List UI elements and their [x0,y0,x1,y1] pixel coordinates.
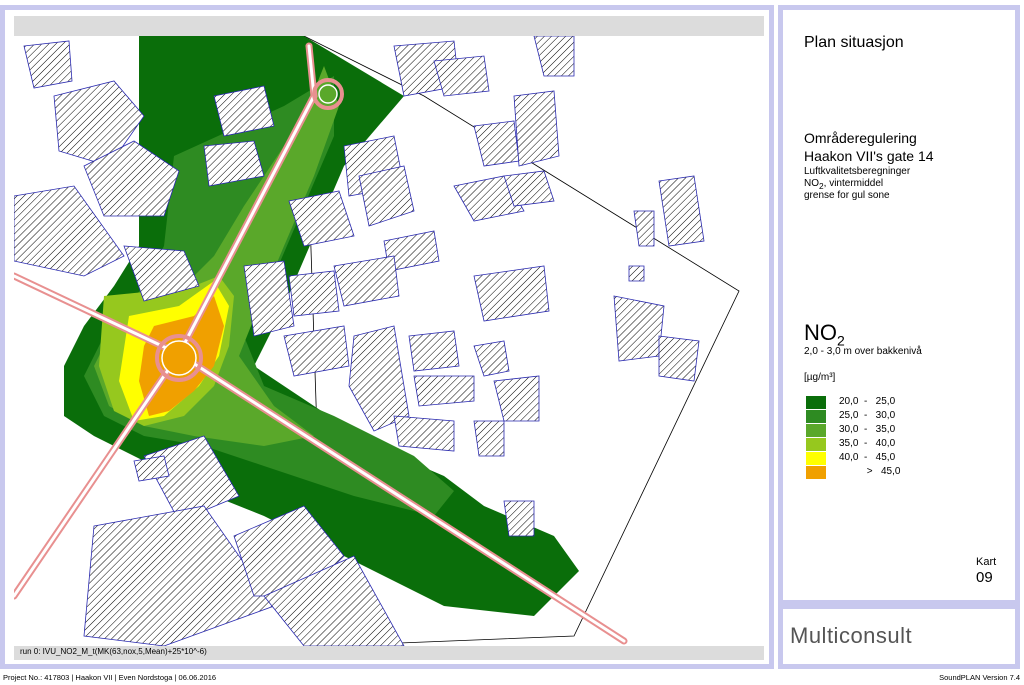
roundabout-north-center [318,84,338,104]
subtitle-line3: grense for gul sone [804,190,890,201]
info-panel-frame [778,5,1020,605]
multiconsult-logo: Multiconsult [790,623,913,648]
legend-swatch [806,466,826,479]
air-quality-map[interactable] [14,36,764,646]
subtitle-line2-prefix: NO [804,178,819,189]
plan-title: Plan situasjon [804,34,904,51]
legend-label: 35,0 - 40,0 [839,438,896,449]
footer-version: SoundPLAN Version 7.4 [939,673,1020,682]
legend-label: > 45,0 [839,466,901,477]
legend-swatch [806,424,826,437]
legend-swatch [806,438,826,451]
pollutant-title: NO2 [804,320,845,348]
project-title-line2: Haakon VII's gate 14 [804,148,934,164]
roundabout-center [161,340,197,376]
legend-label: 20,0 - 25,0 [839,396,896,407]
height-text: 2,0 - 3,0 m over bakkenivå [804,346,922,357]
unit-text: [µg/m³] [804,372,836,383]
kart-label: Kart [976,556,997,568]
footer-project-info: Project No.: 417803 | Haakon VII | Even … [3,673,217,682]
kart-number: 09 [976,569,993,586]
legend-label: 30,0 - 35,0 [839,424,896,435]
legend-label: 40,0 - 45,0 [839,452,896,463]
legend-swatch [806,396,826,409]
project-title-line1: Områderegulering [804,130,917,146]
run-label: run 0: IVU_NO2_M_t(MK(63,nox,5,Mean)+25*… [20,647,207,656]
legend-swatch [806,452,826,465]
legend-label: 25,0 - 30,0 [839,410,896,421]
subtitle-line2-suffix: , vintermiddel [823,178,884,189]
pollutant-prefix: NO [804,320,837,345]
legend-swatch [806,410,826,423]
subtitle-line1: Luftkvalitetsberegninger [804,166,911,177]
map-top-bar [14,16,764,36]
